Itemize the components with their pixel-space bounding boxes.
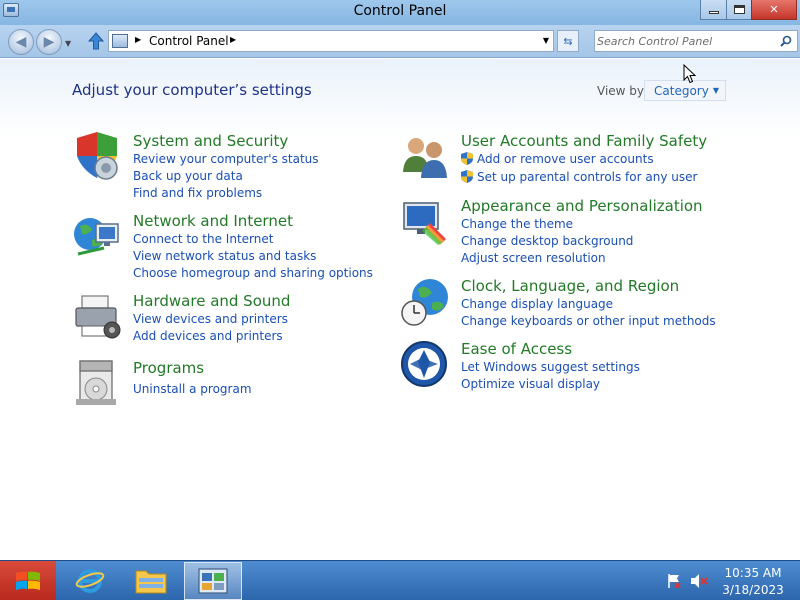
link-desktop-background[interactable]: Change desktop background: [461, 234, 633, 248]
uac-shield-icon: [461, 170, 473, 183]
ease-of-access-icon[interactable]: [400, 340, 450, 390]
address-dropdown-icon[interactable]: ▼: [543, 36, 549, 45]
recent-pages-dropdown-icon[interactable]: ▼: [65, 39, 71, 48]
taskbar-file-explorer[interactable]: [122, 562, 180, 600]
search-icon[interactable]: [780, 35, 792, 47]
search-box[interactable]: [594, 30, 798, 52]
refresh-icon: ⇆: [563, 34, 573, 48]
control-panel-icon: [198, 568, 228, 594]
page-title: Adjust your computer’s settings: [72, 81, 312, 99]
taskbar: 10:35 AM 3/18/2023: [0, 560, 800, 600]
mouse-cursor-icon: [683, 64, 697, 84]
taskbar-internet-explorer[interactable]: [61, 562, 119, 600]
chevron-down-icon: ▼: [712, 86, 719, 95]
link-connect-internet[interactable]: Connect to the Internet: [133, 232, 273, 246]
restore-icon: [733, 5, 745, 14]
up-arrow-button[interactable]: [87, 31, 105, 51]
link-parental-controls[interactable]: Set up parental controls for any user: [461, 170, 697, 184]
hardware-sound-icon[interactable]: [72, 292, 122, 342]
link-windows-suggest[interactable]: Let Windows suggest settings: [461, 360, 640, 374]
back-button[interactable]: ◀: [8, 29, 34, 55]
category-title[interactable]: Ease of Access: [461, 340, 572, 358]
link-homegroup-sharing[interactable]: Choose homegroup and sharing options: [133, 266, 373, 280]
appearance-icon[interactable]: [400, 197, 450, 247]
close-icon: ✕: [769, 3, 779, 16]
maximize-button[interactable]: [726, 0, 752, 20]
title-bar: Control Panel ✕: [0, 0, 800, 25]
action-center-flag-icon[interactable]: [667, 573, 681, 589]
category-title[interactable]: Appearance and Personalization: [461, 197, 703, 215]
network-internet-icon[interactable]: [72, 212, 122, 262]
uac-shield-icon: [461, 152, 473, 165]
content-area: Adjust your computer’s settings View by:…: [0, 59, 800, 560]
internet-explorer-icon: [75, 569, 105, 593]
clock-language-icon[interactable]: [400, 277, 450, 327]
link-screen-resolution[interactable]: Adjust screen resolution: [461, 251, 606, 265]
link-uninstall-program[interactable]: Uninstall a program: [133, 382, 252, 396]
minimize-icon: [708, 11, 719, 14]
link-view-devices-printers[interactable]: View devices and printers: [133, 312, 288, 326]
clock-time[interactable]: 10:35 AM: [713, 566, 793, 580]
category-title[interactable]: User Accounts and Family Safety: [461, 132, 707, 150]
link-review-status[interactable]: Review your computer's status: [133, 152, 319, 166]
view-by-label: View by:: [597, 84, 648, 98]
control-panel-location-icon: [112, 34, 128, 48]
navigation-bar: ◀ ▶ ▼ ▶ Control Panel ▶ ▼ ⇆: [0, 25, 800, 58]
clock-date[interactable]: 3/18/2023: [713, 583, 793, 597]
programs-icon[interactable]: [72, 359, 122, 409]
breadcrumb-chevron-icon[interactable]: ▶: [135, 35, 141, 44]
link-add-devices-printers[interactable]: Add devices and printers: [133, 329, 283, 343]
back-arrow-icon: ◀: [15, 34, 27, 50]
folder-icon: [135, 570, 167, 594]
link-display-language[interactable]: Change display language: [461, 297, 613, 311]
link-find-fix-problems[interactable]: Find and fix problems: [133, 186, 262, 200]
link-back-up-data[interactable]: Back up your data: [133, 169, 243, 183]
category-title[interactable]: System and Security: [133, 132, 288, 150]
address-bar[interactable]: ▶ Control Panel ▶ ▼: [108, 30, 554, 52]
link-view-network-status[interactable]: View network status and tasks: [133, 249, 316, 263]
link-keyboards-input[interactable]: Change keyboards or other input methods: [461, 314, 716, 328]
link-add-remove-accounts[interactable]: Add or remove user accounts: [461, 152, 654, 166]
refresh-button[interactable]: ⇆: [557, 30, 579, 52]
minimize-button[interactable]: [700, 0, 727, 20]
search-input[interactable]: [597, 32, 771, 50]
breadcrumb-chevron-icon[interactable]: ▶: [230, 35, 236, 44]
category-title[interactable]: Hardware and Sound: [133, 292, 290, 310]
link-label[interactable]: Set up parental controls for any user: [477, 170, 697, 184]
close-button[interactable]: ✕: [751, 0, 797, 20]
link-optimize-visual[interactable]: Optimize visual display: [461, 377, 600, 391]
link-change-theme[interactable]: Change the theme: [461, 217, 573, 231]
forward-arrow-icon: ▶: [43, 34, 55, 50]
windows-logo-icon: [16, 571, 40, 590]
category-title[interactable]: Clock, Language, and Region: [461, 277, 679, 295]
up-arrow-icon: [87, 32, 105, 50]
view-by-value: Category: [654, 84, 709, 98]
system-security-icon[interactable]: [72, 132, 122, 182]
taskbar-control-panel[interactable]: [184, 562, 242, 600]
window-title: Control Panel: [353, 3, 447, 19]
category-title[interactable]: Programs: [133, 359, 204, 377]
breadcrumb-control-panel[interactable]: Control Panel: [149, 34, 229, 48]
start-button[interactable]: [0, 561, 56, 600]
volume-muted-icon[interactable]: [690, 573, 708, 589]
category-title[interactable]: Network and Internet: [133, 212, 293, 230]
link-label[interactable]: Add or remove user accounts: [477, 152, 654, 166]
forward-button[interactable]: ▶: [36, 29, 62, 55]
user-accounts-icon[interactable]: [400, 132, 450, 182]
